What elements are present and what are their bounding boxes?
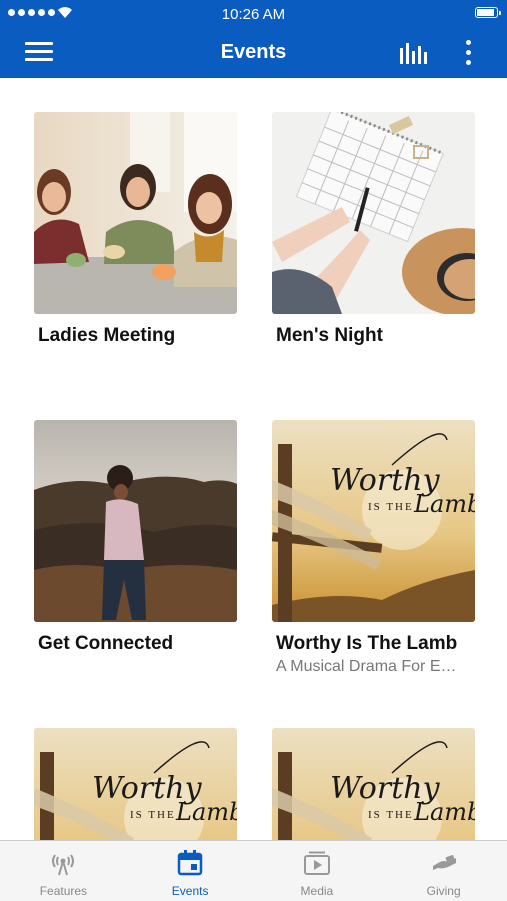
event-card-get-connected[interactable]: Get Connected [34, 420, 237, 655]
tab-bar: Features Events Media Giving [0, 840, 507, 901]
tab-label: Events [171, 884, 209, 898]
tab-media[interactable]: Media [254, 841, 381, 901]
broadcast-icon [52, 854, 75, 876]
event-title: Ladies Meeting [38, 325, 176, 346]
calendar-icon [177, 850, 203, 876]
event-image-get-connected [34, 420, 237, 622]
event-image-ladies-meeting [34, 112, 237, 314]
event-card-mens-night[interactable]: Men's Night [272, 112, 475, 347]
event-title: Get Connected [38, 633, 174, 654]
event-title: Worthy Is The Lamb [276, 633, 458, 654]
event-subtitle: A Musical Drama For E… [276, 658, 457, 675]
tab-features[interactable]: Features [0, 841, 127, 901]
status-bar: 10:26 AM [0, 0, 507, 26]
tab-giving[interactable]: Giving [380, 841, 507, 901]
tab-label: Giving [426, 884, 461, 898]
artwork-title-is-the: IS THE [368, 809, 414, 821]
status-time: 10:26 AM [221, 6, 286, 23]
event-title: Men's Night [276, 325, 383, 346]
event-image-worthy-partial-left: Worthy IS THE Lamb [34, 728, 237, 840]
artwork-title-lamb: Lamb [413, 490, 475, 518]
event-card-worthy-is-the-lamb[interactable]: Worthy IS THE Lamb Worthy Is The Lamb A … [272, 420, 475, 676]
tab-label: Features [39, 884, 88, 898]
more-options-icon[interactable] [460, 38, 476, 68]
event-card-partial-right[interactable]: Worthy IS THE Lamb [272, 728, 475, 840]
event-image-mens-night [272, 112, 475, 314]
giving-icon [432, 855, 456, 870]
tab-label: Media [300, 884, 334, 898]
event-card-ladies-meeting[interactable]: Ladies Meeting [34, 112, 237, 347]
bar-chart-icon[interactable] [397, 40, 429, 66]
page-title: Events [220, 41, 287, 63]
tab-events[interactable]: Events [127, 841, 254, 901]
event-card-partial-left[interactable]: Worthy IS THE Lamb [34, 728, 237, 840]
event-image-worthy-partial-right: Worthy IS THE Lamb [272, 728, 475, 840]
artwork-title-lamb: Lamb [413, 798, 475, 826]
events-grid: Ladies Meeting Men's Night Get Connected… [0, 78, 507, 840]
nav-bar: Events [0, 26, 507, 78]
artwork-title-is-the: IS THE [368, 501, 414, 513]
artwork-title-is-the: IS THE [130, 809, 176, 821]
battery-icon [475, 7, 501, 18]
event-image-worthy-is-the-lamb: Worthy IS THE Lamb [272, 420, 475, 622]
play-icon [303, 851, 330, 875]
artwork-title-lamb: Lamb [175, 798, 237, 826]
